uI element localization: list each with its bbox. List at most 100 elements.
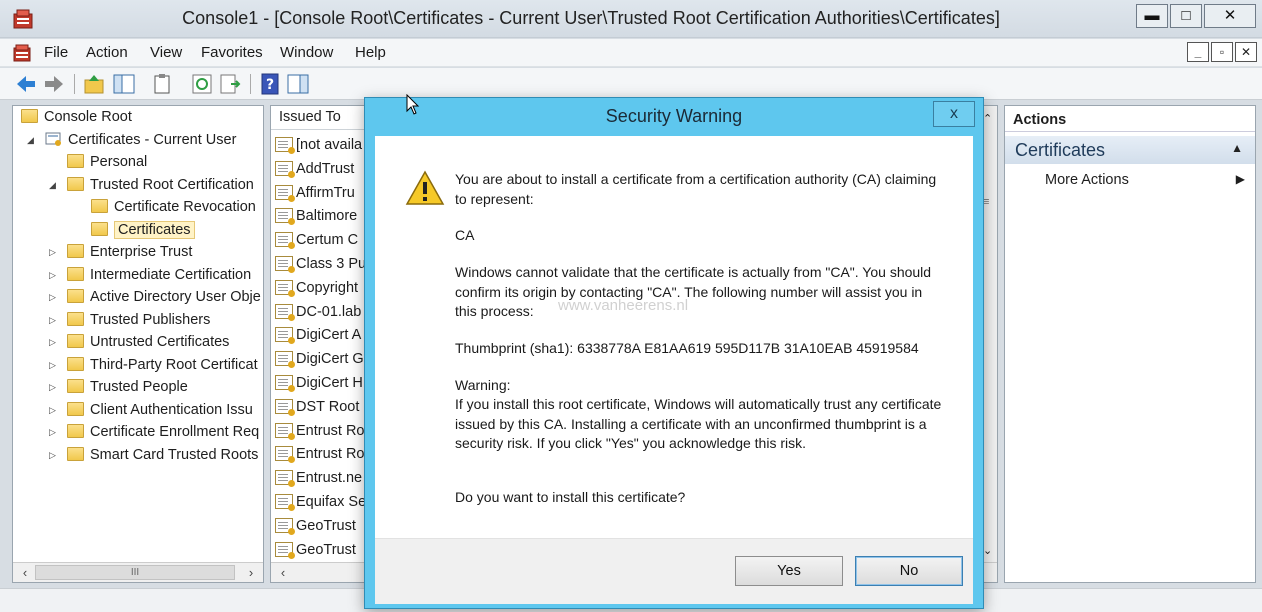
table-row[interactable]: GeoTrust bbox=[275, 515, 356, 538]
svg-text:?: ? bbox=[266, 77, 274, 93]
column-header-issued-to[interactable]: Issued To bbox=[279, 109, 341, 125]
menu-view[interactable]: View bbox=[150, 44, 182, 61]
table-row[interactable]: Baltimore bbox=[275, 205, 357, 228]
tree-item-third-party-root[interactable]: ▷ Third-Party Root Certificat bbox=[49, 354, 258, 376]
mdi-minimize-button[interactable]: _ bbox=[1187, 42, 1209, 62]
certificate-icon bbox=[275, 446, 295, 464]
folder-icon bbox=[67, 447, 84, 461]
table-row[interactable]: Entrust.ne bbox=[275, 467, 362, 490]
scroll-left-icon[interactable]: ‹ bbox=[273, 564, 293, 581]
menu-action[interactable]: Action bbox=[86, 44, 128, 61]
export-list-icon[interactable] bbox=[218, 72, 242, 96]
collapse-caret-icon[interactable]: ▲ bbox=[1231, 141, 1243, 155]
mdi-close-button[interactable]: ✕ bbox=[1235, 42, 1257, 62]
scroll-down-icon[interactable]: ⌄ bbox=[983, 544, 992, 557]
dialog-close-button[interactable]: x bbox=[933, 101, 975, 127]
table-row[interactable]: DigiCert G bbox=[275, 348, 364, 371]
collapse-triangle-icon[interactable]: ◢ bbox=[49, 174, 61, 196]
table-row[interactable]: DC-01.lab bbox=[275, 301, 361, 324]
table-row[interactable]: [not availa bbox=[275, 134, 362, 157]
expand-triangle-icon[interactable]: ▷ bbox=[49, 241, 61, 263]
dialog-ca-name: CA bbox=[455, 227, 475, 243]
table-row[interactable]: DigiCert H bbox=[275, 372, 363, 395]
mdi-restore-button[interactable]: ▫ bbox=[1211, 42, 1233, 62]
tree-item-certificates[interactable]: Certificates bbox=[91, 219, 195, 241]
security-warning-dialog: Security Warning x You are about to inst… bbox=[364, 97, 984, 609]
menu-window[interactable]: Window bbox=[280, 44, 333, 61]
table-row[interactable]: DST Root bbox=[275, 396, 359, 419]
expand-triangle-icon[interactable]: ▷ bbox=[49, 399, 61, 421]
minimize-button[interactable]: ▬ bbox=[1136, 4, 1168, 28]
no-button[interactable]: No bbox=[855, 556, 963, 586]
table-row[interactable]: Equifax Se bbox=[275, 491, 366, 514]
expand-triangle-icon[interactable]: ▷ bbox=[49, 421, 61, 443]
scroll-left-icon[interactable]: ‹ bbox=[15, 564, 35, 581]
folder-icon bbox=[67, 267, 84, 281]
expand-triangle-icon[interactable]: ▷ bbox=[49, 354, 61, 376]
expand-triangle-icon[interactable]: ▷ bbox=[49, 376, 61, 398]
maximize-button[interactable]: □ bbox=[1170, 4, 1202, 28]
tree-item-intermediate-certification[interactable]: ▷ Intermediate Certification bbox=[49, 264, 251, 286]
close-button[interactable]: ✕ bbox=[1204, 4, 1256, 28]
actions-section-certificates[interactable]: Certificates ▲ bbox=[1005, 136, 1255, 164]
tree-item-certificates-current-user[interactable]: ◢ Certificates - Current User bbox=[27, 129, 236, 151]
dialog-title: Security Warning bbox=[605, 106, 743, 126]
tree-item-client-authentication[interactable]: ▷ Client Authentication Issu bbox=[49, 399, 253, 421]
submenu-arrow-icon[interactable]: ▶ bbox=[1236, 172, 1245, 186]
tree-item-smart-card-trusted-roots[interactable]: ▷ Smart Card Trusted Roots bbox=[49, 444, 258, 466]
tree-item-personal[interactable]: Personal bbox=[67, 151, 147, 173]
tree-item-trusted-root[interactable]: ◢ Trusted Root Certification bbox=[49, 174, 254, 196]
certificate-icon bbox=[275, 327, 295, 345]
dialog-warning-label: Warning: bbox=[455, 377, 511, 393]
certificate-store-icon bbox=[45, 132, 61, 146]
forward-arrow-icon[interactable] bbox=[42, 72, 66, 96]
scroll-right-icon[interactable]: › bbox=[241, 564, 261, 581]
issued-to-cell: Baltimore bbox=[296, 208, 358, 225]
show-hide-action-pane-icon[interactable] bbox=[286, 72, 310, 96]
tree-item-active-directory-user[interactable]: ▷ Active Directory User Obje bbox=[49, 286, 261, 308]
issued-to-cell: [not availa bbox=[296, 137, 363, 153]
back-arrow-icon[interactable] bbox=[14, 72, 38, 96]
tree-item-certificate-enrollment[interactable]: ▷ Certificate Enrollment Req bbox=[49, 421, 259, 443]
expand-triangle-icon[interactable]: ▷ bbox=[49, 331, 61, 353]
table-row[interactable]: AffirmTru bbox=[275, 182, 355, 205]
expand-triangle-icon[interactable]: ▷ bbox=[49, 444, 61, 466]
collapse-triangle-icon[interactable]: ◢ bbox=[27, 129, 39, 151]
table-row[interactable]: GeoTrust bbox=[275, 539, 356, 562]
clipboard-icon[interactable] bbox=[150, 72, 174, 96]
expand-triangle-icon[interactable]: ▷ bbox=[49, 286, 61, 308]
up-folder-icon[interactable] bbox=[82, 72, 106, 96]
tree-item-trusted-people[interactable]: ▷ Trusted People bbox=[49, 376, 188, 398]
table-row[interactable]: DigiCert A bbox=[275, 324, 361, 347]
table-row[interactable]: AddTrust bbox=[275, 158, 354, 181]
tree-item-trusted-publishers[interactable]: ▷ Trusted Publishers bbox=[49, 309, 210, 331]
tree-item-certificate-revocation[interactable]: Certificate Revocation bbox=[91, 196, 256, 218]
console-tree-pane[interactable]: Console Root ◢ Certificates - Current Use… bbox=[12, 105, 264, 583]
mmc-app-icon[interactable] bbox=[12, 8, 34, 30]
tree-horizontal-scrollbar[interactable]: ‹ III › bbox=[13, 562, 263, 582]
tree-item-console-root[interactable]: Console Root bbox=[21, 106, 132, 128]
scroll-thumb[interactable]: III bbox=[35, 565, 235, 580]
folder-icon bbox=[67, 312, 84, 326]
help-icon[interactable]: ? bbox=[258, 72, 282, 96]
refresh-icon[interactable] bbox=[190, 72, 214, 96]
show-hide-tree-icon[interactable] bbox=[112, 72, 136, 96]
table-row[interactable]: Entrust Ro bbox=[275, 420, 365, 443]
yes-button[interactable]: Yes bbox=[735, 556, 843, 586]
more-actions-item[interactable]: More Actions bbox=[1045, 172, 1129, 188]
menu-file[interactable]: File bbox=[44, 44, 68, 61]
tree-item-untrusted-certificates[interactable]: ▷ Untrusted Certificates bbox=[49, 331, 229, 353]
table-row[interactable]: Class 3 Pu bbox=[275, 253, 366, 276]
table-row[interactable]: Entrust Ro bbox=[275, 443, 365, 466]
console-menu-icon[interactable] bbox=[12, 43, 32, 63]
scroll-up-icon[interactable]: ⌃ bbox=[983, 112, 992, 125]
table-row[interactable]: Certum C bbox=[275, 229, 358, 252]
menu-favorites[interactable]: Favorites bbox=[201, 44, 263, 61]
tree-item-enterprise-trust[interactable]: ▷ Enterprise Trust bbox=[49, 241, 192, 263]
expand-triangle-icon[interactable]: ▷ bbox=[49, 264, 61, 286]
expand-triangle-icon[interactable]: ▷ bbox=[49, 309, 61, 331]
actions-pane: Actions Certificates ▲ More Actions ▶ bbox=[1004, 105, 1256, 583]
table-row[interactable]: Copyright bbox=[275, 277, 358, 300]
menu-help[interactable]: Help bbox=[355, 44, 386, 61]
certificate-icon bbox=[275, 303, 295, 321]
